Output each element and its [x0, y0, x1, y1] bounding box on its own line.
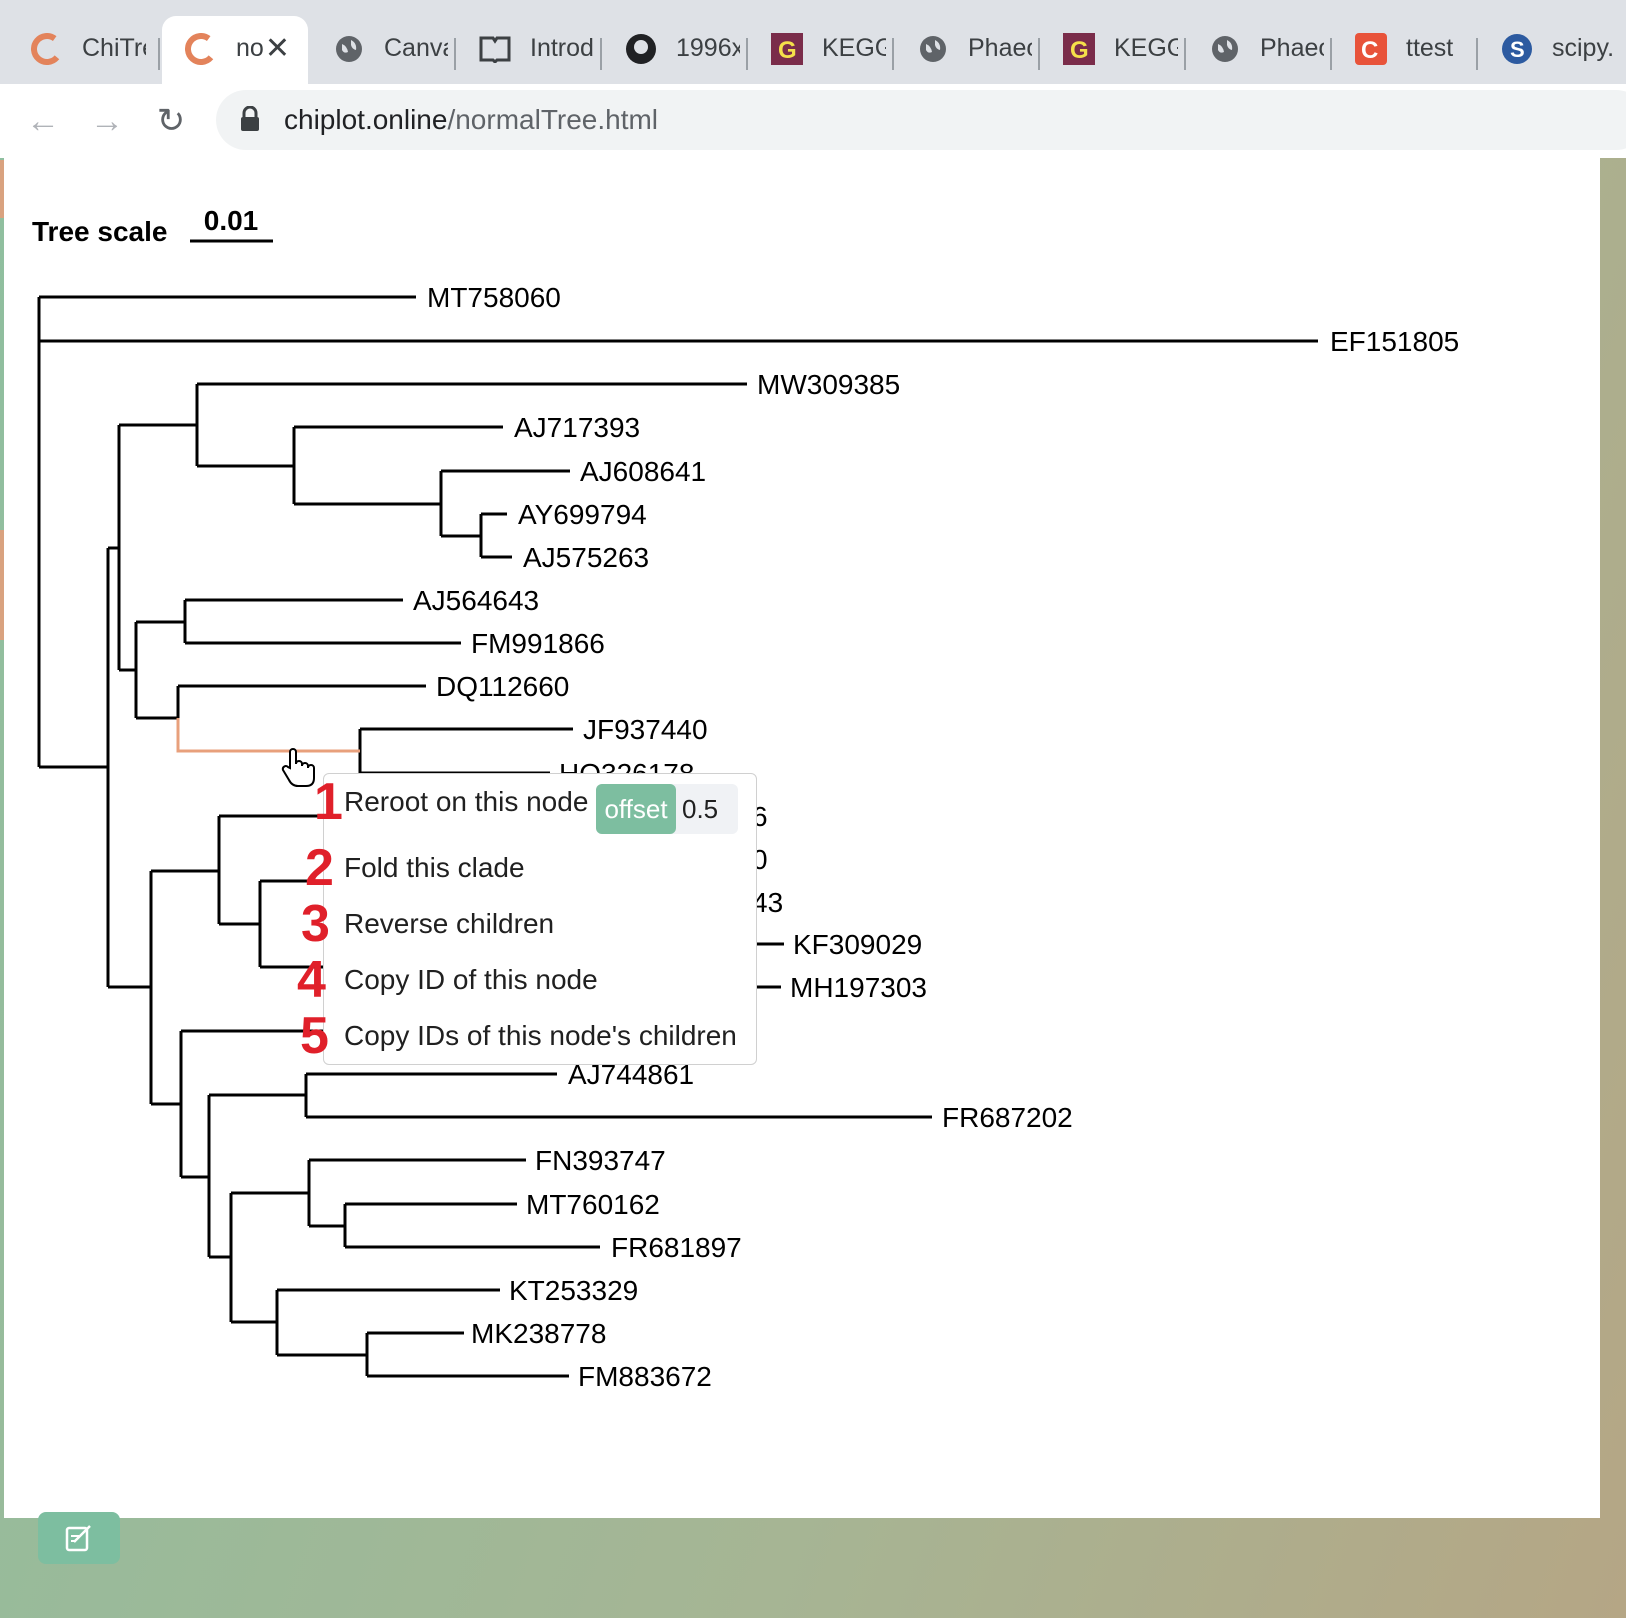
offset-control: offset 0.5	[596, 784, 738, 834]
leaf-label[interactable]: FM991866	[471, 628, 605, 659]
step-number: 2	[305, 839, 334, 897]
leaf-label[interactable]: AJ608641	[580, 456, 706, 487]
leaf-label[interactable]: AJ575263	[523, 542, 649, 573]
leaf-label[interactable]: MT760162	[526, 1189, 660, 1220]
leaf-label[interactable]: JF937440	[583, 714, 708, 745]
leaf-label[interactable]: FM883672	[578, 1361, 712, 1392]
leaf-label[interactable]: MW309385	[757, 369, 900, 400]
menu-item-reverse-children[interactable]: Reverse children	[344, 908, 554, 940]
leaf-label[interactable]: KT253329	[509, 1275, 638, 1306]
edit-button[interactable]	[38, 1512, 120, 1564]
menu-item-copy-id[interactable]: Copy ID of this node	[344, 964, 598, 996]
offset-input[interactable]: 0.5	[682, 784, 718, 834]
leaf-label[interactable]: EF151805	[1330, 326, 1459, 357]
menu-item-copy-children-ids[interactable]: Copy IDs of this node's children	[344, 1020, 737, 1052]
menu-item-fold-clade[interactable]: Fold this clade	[344, 852, 525, 884]
highlighted-branch[interactable]	[176, 718, 360, 753]
step-number: 1	[314, 773, 343, 831]
tree-scale-label: Tree scale	[32, 216, 167, 247]
offset-label: offset	[596, 784, 676, 834]
context-menu: 1 Reroot on this node offset 0.5 2 Fold …	[297, 773, 757, 1065]
leaf-label[interactable]: AJ564643	[413, 585, 539, 616]
menu-item-reroot[interactable]: Reroot on this node	[344, 786, 588, 818]
leaf-label[interactable]: MT758060	[427, 282, 561, 313]
hand-cursor-icon	[281, 748, 315, 787]
step-number: 5	[300, 1007, 329, 1065]
leaf-label[interactable]: MH197303	[790, 972, 927, 1003]
leaf-label[interactable]: FR681897	[611, 1232, 742, 1263]
leaf-label[interactable]: MK238778	[471, 1318, 606, 1349]
leaf-label[interactable]: AJ717393	[514, 412, 640, 443]
step-number: 3	[301, 895, 330, 953]
step-number: 4	[297, 951, 326, 1009]
edit-icon	[65, 1525, 91, 1552]
leaf-label[interactable]: FR687202	[942, 1102, 1073, 1133]
tree-scale-value: 0.01	[204, 205, 259, 236]
leaf-label[interactable]: KF309029	[793, 929, 922, 960]
leaf-label[interactable]: AY699794	[518, 499, 647, 530]
phylogenetic-tree: Tree scale 0.01 MT758060 EF151805 MW3093…	[32, 205, 1459, 1392]
leaf-label[interactable]: FN393747	[535, 1145, 666, 1176]
leaf-label[interactable]: DQ112660	[436, 671, 569, 702]
